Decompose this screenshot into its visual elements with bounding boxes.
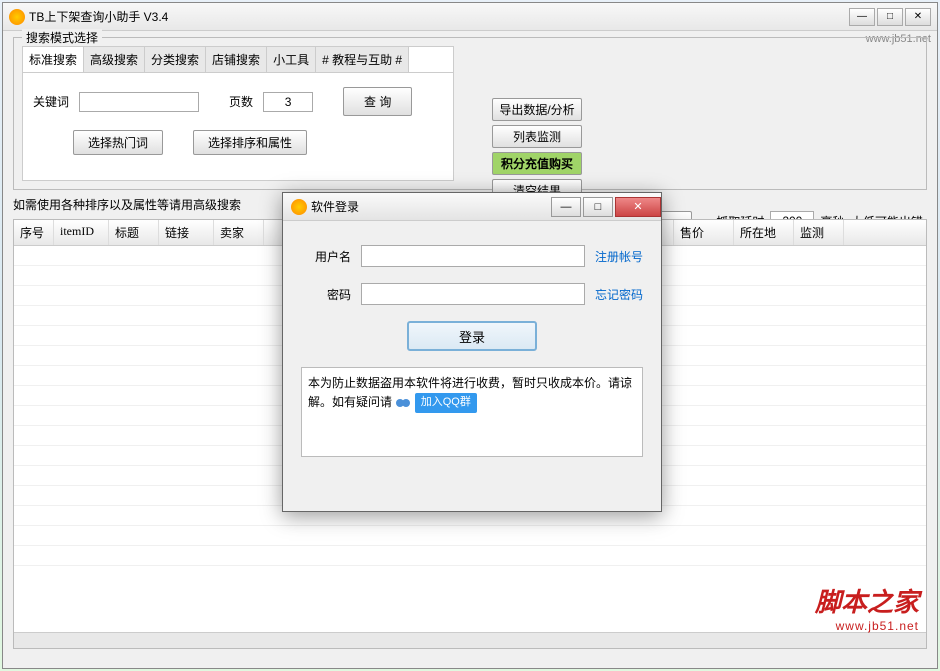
search-group-title: 搜索模式选择 — [22, 29, 102, 46]
col-price[interactable]: 售价 — [674, 220, 734, 245]
dialog-title: 软件登录 — [311, 198, 359, 215]
sort-attr-button[interactable]: 选择排序和属性 — [193, 130, 307, 155]
col-seller[interactable]: 卖家 — [214, 220, 264, 245]
col-link[interactable]: 链接 — [159, 220, 214, 245]
tab-tools[interactable]: 小工具 — [267, 47, 316, 72]
qq-icon — [395, 395, 411, 411]
window-title: TB上下架查询小助手 V3.4 — [29, 8, 168, 25]
login-button[interactable]: 登录 — [407, 321, 537, 351]
table-row — [14, 526, 926, 546]
tab-help[interactable]: # 教程与互助 # — [316, 47, 409, 72]
minimize-button[interactable]: — — [849, 8, 875, 26]
password-input[interactable] — [361, 283, 585, 305]
qq-group-button[interactable]: 加入QQ群 — [415, 393, 477, 413]
tab-category[interactable]: 分类搜索 — [145, 47, 206, 72]
list-monitor-button[interactable]: 列表监测 — [492, 125, 582, 148]
watermark-url: www.jb51.net — [815, 619, 919, 633]
col-itemid[interactable]: itemID — [54, 220, 109, 245]
tab-advanced[interactable]: 高级搜索 — [84, 47, 145, 72]
password-label: 密码 — [301, 286, 351, 303]
keyword-input[interactable] — [79, 92, 199, 112]
close-button[interactable]: ✕ — [905, 8, 931, 26]
main-titlebar: TB上下架查询小助手 V3.4 — □ ✕ — [3, 3, 937, 31]
forgot-password-link[interactable]: 忘记密码 — [595, 286, 643, 303]
export-button[interactable]: 导出数据/分析 — [492, 98, 582, 121]
col-monitor[interactable]: 监测 — [794, 220, 844, 245]
username-label: 用户名 — [301, 248, 351, 265]
hot-words-button[interactable]: 选择热门词 — [73, 130, 163, 155]
search-tabs: 标准搜索 高级搜索 分类搜索 店铺搜索 小工具 # 教程与互助 # — [22, 46, 454, 73]
pages-input[interactable] — [263, 92, 313, 112]
dialog-minimize-button[interactable]: — — [551, 197, 581, 217]
maximize-button[interactable]: □ — [877, 8, 903, 26]
table-row — [14, 546, 926, 566]
dialog-maximize-button[interactable]: □ — [583, 197, 613, 217]
dialog-close-button[interactable]: ✕ — [615, 197, 661, 217]
dialog-titlebar[interactable]: 软件登录 — □ ✕ — [283, 193, 661, 221]
query-button[interactable]: 查 询 — [343, 87, 412, 116]
col-location[interactable]: 所在地 — [734, 220, 794, 245]
app-icon — [9, 9, 25, 25]
notice-box: 本为防止数据盗用本软件将进行收费，暂时只收成本价。请谅解。如有疑问请 加入QQ群 — [301, 367, 643, 457]
search-panel: 关键词 页数 查 询 选择热门词 选择排序和属性 — [22, 73, 454, 181]
keyword-label: 关键词 — [33, 93, 69, 110]
recharge-button[interactable]: 积分充值购买 — [492, 152, 582, 175]
login-dialog: 软件登录 — □ ✕ 用户名 注册帐号 密码 忘记密码 登录 本为防止数据盗用本… — [282, 192, 662, 512]
col-title[interactable]: 标题 — [109, 220, 159, 245]
search-mode-group: 搜索模式选择 标准搜索 高级搜索 分类搜索 店铺搜索 小工具 # 教程与互助 #… — [13, 37, 927, 190]
watermark: 脚本之家 www.jb51.net — [815, 582, 919, 633]
dialog-icon — [291, 199, 307, 215]
username-input[interactable] — [361, 245, 585, 267]
watermark-title: 脚本之家 — [815, 582, 919, 619]
col-index[interactable]: 序号 — [14, 220, 54, 245]
tab-standard[interactable]: 标准搜索 — [23, 47, 84, 72]
hint-text: 如需使用各种排序以及属性等请用高级搜索 — [13, 196, 241, 213]
pages-label: 页数 — [229, 93, 253, 110]
tab-shop[interactable]: 店铺搜索 — [206, 47, 267, 72]
register-link[interactable]: 注册帐号 — [595, 248, 643, 265]
horizontal-scrollbar[interactable] — [14, 632, 926, 648]
